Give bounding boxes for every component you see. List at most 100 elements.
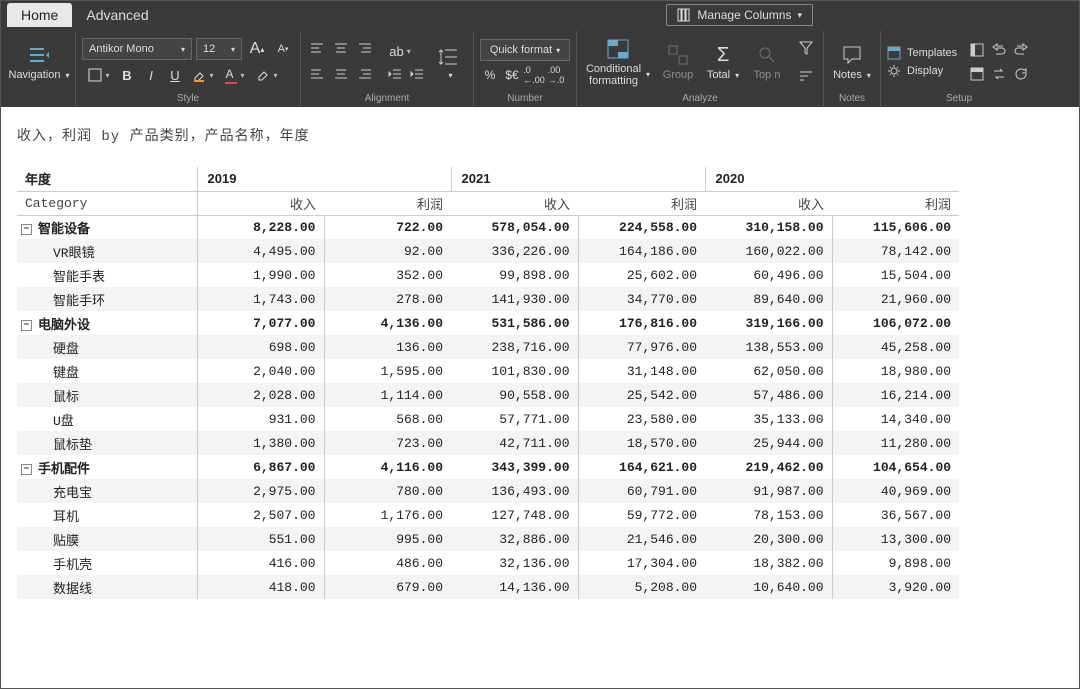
quick-format-select[interactable]: Quick format▾	[480, 39, 570, 61]
cell[interactable]: 343,399.00	[451, 455, 578, 479]
cell[interactable]: 127,748.00	[451, 503, 578, 527]
undo-button[interactable]	[989, 40, 1009, 60]
display-button[interactable]: Display	[887, 64, 957, 78]
cell[interactable]: 136.00	[324, 335, 451, 359]
cell[interactable]: 416.00	[197, 551, 324, 575]
cell[interactable]: 90,558.00	[451, 383, 578, 407]
cell[interactable]: 115,606.00	[832, 215, 959, 239]
year-col-1[interactable]: 2021	[451, 167, 705, 191]
cell[interactable]: 1,114.00	[324, 383, 451, 407]
cell[interactable]: 77,976.00	[578, 335, 705, 359]
tab-home[interactable]: Home	[7, 3, 72, 27]
cell[interactable]: 16,214.00	[832, 383, 959, 407]
cell[interactable]: 568.00	[324, 407, 451, 431]
cell[interactable]: 7,077.00	[197, 311, 324, 335]
layout-1-button[interactable]	[967, 40, 987, 60]
cell[interactable]: 995.00	[324, 527, 451, 551]
cell[interactable]: 57,771.00	[451, 407, 578, 431]
cell[interactable]: 352.00	[324, 263, 451, 287]
cell[interactable]: 6,867.00	[197, 455, 324, 479]
cell[interactable]: 578,054.00	[451, 215, 578, 239]
cell[interactable]: 2,507.00	[197, 503, 324, 527]
cell[interactable]: 23,580.00	[578, 407, 705, 431]
cell[interactable]: 91,987.00	[705, 479, 832, 503]
align-top-left-button[interactable]	[307, 39, 327, 59]
cell[interactable]: 1,743.00	[197, 287, 324, 311]
cell[interactable]: 14,136.00	[451, 575, 578, 599]
fill-color-button[interactable]	[188, 64, 218, 86]
cell[interactable]: 551.00	[197, 527, 324, 551]
total-button[interactable]: Σ Total▾	[703, 33, 743, 91]
cell[interactable]: 531,586.00	[451, 311, 578, 335]
cell[interactable]: 319,166.00	[705, 311, 832, 335]
tab-advanced[interactable]: Advanced	[72, 3, 162, 27]
increase-decimal-button[interactable]: .00→.0	[546, 65, 566, 85]
cell[interactable]: 723.00	[324, 431, 451, 455]
collapse-toggle[interactable]: −	[21, 320, 32, 331]
align-bot-center-button[interactable]	[331, 63, 351, 83]
year-col-0[interactable]: 2019	[197, 167, 451, 191]
cell[interactable]: 104,654.00	[832, 455, 959, 479]
cell[interactable]: 62,050.00	[705, 359, 832, 383]
cell[interactable]: 32,136.00	[451, 551, 578, 575]
cell[interactable]: 1,176.00	[324, 503, 451, 527]
conditional-formatting-button[interactable]: Conditional formatting▾	[583, 33, 653, 91]
font-select[interactable]: Antikor Mono▾	[82, 38, 192, 60]
cell[interactable]: 160,022.00	[705, 239, 832, 263]
cell[interactable]: 99,898.00	[451, 263, 578, 287]
cell[interactable]: 8,228.00	[197, 215, 324, 239]
cell[interactable]: 36,567.00	[832, 503, 959, 527]
cell[interactable]: 9,898.00	[832, 551, 959, 575]
year-col-2[interactable]: 2020	[705, 167, 959, 191]
cell[interactable]: 780.00	[324, 479, 451, 503]
cell[interactable]: 57,486.00	[705, 383, 832, 407]
text-orientation-button[interactable]: ab	[385, 40, 415, 62]
cell[interactable]: 679.00	[324, 575, 451, 599]
cell[interactable]: 931.00	[197, 407, 324, 431]
decrease-indent-button[interactable]	[385, 64, 405, 84]
cell[interactable]: 138,553.00	[705, 335, 832, 359]
cell[interactable]: 78,142.00	[832, 239, 959, 263]
cell[interactable]: 106,072.00	[832, 311, 959, 335]
cell[interactable]: 101,830.00	[451, 359, 578, 383]
cell[interactable]: 5,208.00	[578, 575, 705, 599]
align-top-right-button[interactable]	[355, 39, 375, 59]
refresh-button[interactable]	[1011, 64, 1031, 84]
decrease-font-button[interactable]: A▾	[272, 38, 294, 60]
cell[interactable]: 18,980.00	[832, 359, 959, 383]
templates-button[interactable]: Templates	[887, 46, 957, 60]
navigation-button[interactable]: Navigation▾	[9, 33, 69, 91]
italic-button[interactable]: I	[140, 64, 162, 86]
cell[interactable]: 18,570.00	[578, 431, 705, 455]
cell[interactable]: 32,886.00	[451, 527, 578, 551]
cell[interactable]: 141,930.00	[451, 287, 578, 311]
cell[interactable]: 310,158.00	[705, 215, 832, 239]
increase-font-button[interactable]: A▴	[246, 38, 268, 60]
group-button[interactable]: Group	[657, 33, 699, 91]
clear-format-button[interactable]	[252, 64, 282, 86]
underline-button[interactable]: U	[164, 64, 186, 86]
cell[interactable]: 486.00	[324, 551, 451, 575]
cell[interactable]: 4,136.00	[324, 311, 451, 335]
cell[interactable]: 89,640.00	[705, 287, 832, 311]
cell[interactable]: 11,280.00	[832, 431, 959, 455]
cell[interactable]: 25,542.00	[578, 383, 705, 407]
increase-indent-button[interactable]	[407, 64, 427, 84]
cell[interactable]: 78,153.00	[705, 503, 832, 527]
cell[interactable]: 418.00	[197, 575, 324, 599]
cell[interactable]: 18,382.00	[705, 551, 832, 575]
cell[interactable]: 722.00	[324, 215, 451, 239]
cell[interactable]: 40,969.00	[832, 479, 959, 503]
filter-button[interactable]	[795, 37, 817, 59]
cell[interactable]: 1,990.00	[197, 263, 324, 287]
font-color-button[interactable]: A	[220, 64, 250, 86]
cell[interactable]: 336,226.00	[451, 239, 578, 263]
cell[interactable]: 1,595.00	[324, 359, 451, 383]
redo-button[interactable]	[1011, 40, 1031, 60]
borders-button[interactable]	[84, 64, 114, 86]
cell[interactable]: 13,300.00	[832, 527, 959, 551]
cell[interactable]: 278.00	[324, 287, 451, 311]
top-n-button[interactable]: Top n	[747, 33, 787, 91]
line-spacing-button[interactable]: ▾	[431, 33, 467, 91]
bold-button[interactable]: B	[116, 64, 138, 86]
